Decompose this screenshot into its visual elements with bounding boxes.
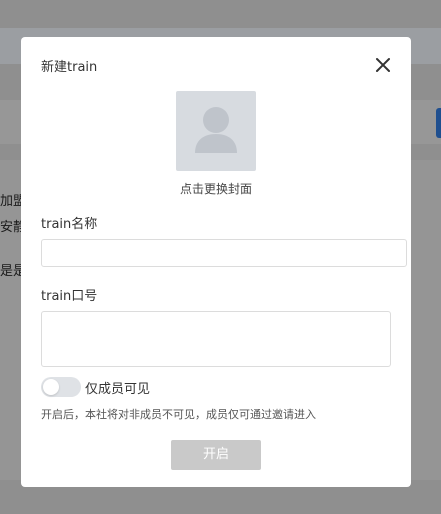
change-cover-link[interactable]: 点击更换封面 [21,180,411,197]
members-only-toggle[interactable] [41,377,81,397]
name-input[interactable] [41,239,407,267]
members-only-label: 仅成员可见 [85,382,151,397]
toggle-knob [43,379,59,395]
create-train-dialog: 新建train 点击更换封面 train名称 train口号 仅成员可见 开启后… [21,37,411,487]
background-primary-button [436,108,441,138]
avatar-placeholder-icon [195,107,237,153]
dialog-title: 新建train [41,60,98,75]
submit-button[interactable]: 开启 [171,440,261,470]
slogan-textarea[interactable] [41,311,391,367]
cover-image-button[interactable] [176,91,256,171]
close-icon[interactable] [374,56,392,74]
name-field-label: train名称 [41,217,98,232]
slogan-field-label: train口号 [41,289,98,304]
members-only-hint: 开启后，本社将对非成员不可见，成员仅可通过邀请进入 [41,408,316,421]
